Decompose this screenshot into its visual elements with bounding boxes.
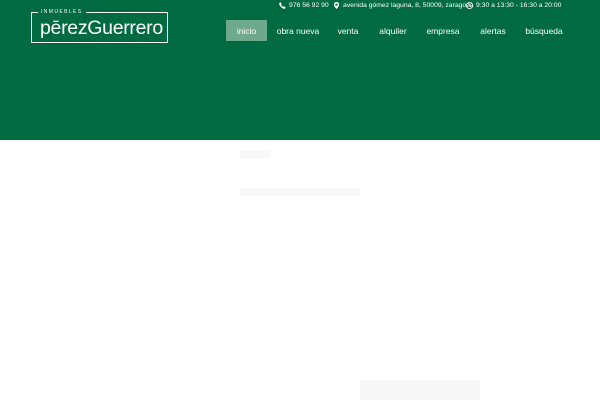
address-text: avenida gómez laguna, 8, 50009, zaragoza xyxy=(343,1,474,9)
faint-content-block xyxy=(240,150,270,158)
nav-item-empresa[interactable]: empresa xyxy=(424,20,462,41)
brand-tagline: INMUEBLES xyxy=(38,8,86,16)
faint-content-block xyxy=(240,188,360,196)
nav-item-alquiler[interactable]: alquiler xyxy=(374,20,412,41)
faint-content-block xyxy=(360,380,480,400)
phone-icon xyxy=(279,1,286,9)
map-pin-icon xyxy=(333,1,340,9)
nav-item-obra-nueva[interactable]: obra nueva xyxy=(272,20,324,41)
contact-phone[interactable]: 976 56 92 90 xyxy=(279,0,329,10)
hours-text: 9:30 a 13:30 - 16:30 a 20:00 xyxy=(476,1,562,9)
nav-item-alertas[interactable]: alertas xyxy=(476,20,510,41)
contact-hours: 9:30 a 13:30 - 16:30 a 20:00 xyxy=(466,0,561,10)
phone-text: 976 56 92 90 xyxy=(289,1,329,9)
nav-item-busqueda[interactable]: búsqueda xyxy=(522,20,566,41)
clock-icon xyxy=(466,1,473,9)
nav-item-inicio[interactable]: inicio xyxy=(226,20,267,41)
site-header: INMUEBLES pērezGuerrero 976 56 92 90 ave… xyxy=(0,0,600,140)
contact-address[interactable]: avenida gómez laguna, 8, 50009, zaragoza xyxy=(333,0,473,10)
nav-item-venta[interactable]: venta xyxy=(333,20,363,41)
main-nav: inicio obra nueva venta alquiler empresa… xyxy=(0,20,600,41)
